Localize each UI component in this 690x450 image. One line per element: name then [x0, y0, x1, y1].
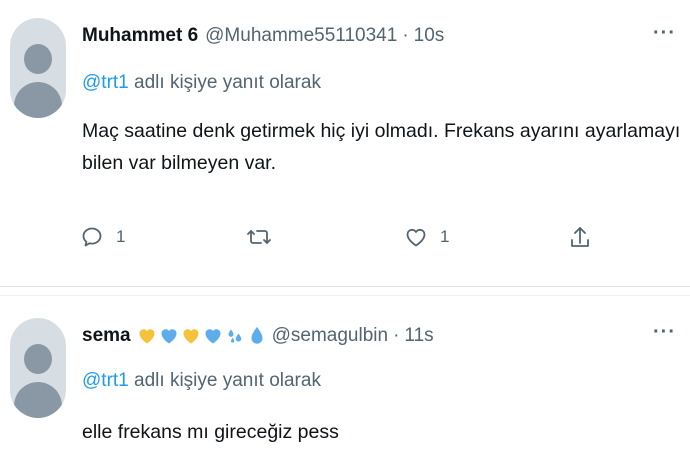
blue-heart-icon — [161, 329, 177, 344]
tweet-1[interactable]: Muhammet 6 @Muhamme55110341 · 10s ··· @t… — [0, 0, 690, 286]
reply-to-handle[interactable]: @trt1 — [82, 370, 129, 391]
reply-context-text: adlı kişiye yanıt olarak — [128, 370, 321, 391]
share-icon — [571, 227, 589, 247]
reply-button[interactable]: 1 — [80, 225, 125, 249]
avatar[interactable] — [10, 318, 66, 418]
more-options-icon[interactable]: ··· — [653, 22, 676, 45]
separator-dot: · — [393, 325, 400, 346]
heart-icon — [406, 228, 426, 247]
tweet-2[interactable]: sema @semagulbin · 11s ··· @trt1 adlı ki… — [0, 296, 690, 450]
display-name[interactable]: Muhammet 6 — [82, 25, 198, 47]
reply-context-text: adlı kişiye yanıt olarak — [128, 72, 321, 93]
avatar-body-shape — [14, 382, 62, 418]
blue-heart-icon — [205, 329, 221, 344]
reply-to-handle[interactable]: @trt1 — [82, 72, 129, 93]
display-name[interactable]: sema — [82, 325, 131, 347]
avatar[interactable] — [10, 18, 66, 118]
yellow-heart-icon — [139, 329, 155, 344]
share-button[interactable] — [568, 225, 592, 251]
droplet-icon — [251, 326, 263, 344]
yellow-heart-icon — [183, 329, 199, 344]
like-button[interactable]: 1 — [404, 225, 449, 249]
tweet-text: elle frekans mı gireceğiz pess — [82, 421, 339, 443]
avatar-head-shape — [24, 44, 52, 74]
reply-count: 1 — [116, 227, 126, 246]
avatar-body-shape — [14, 82, 62, 118]
tweet-divider — [0, 286, 690, 296]
user-handle[interactable]: @Muhamme55110341 — [205, 25, 397, 47]
reply-context: @trt1 adlı kişiye yanıt olarak — [82, 72, 321, 94]
like-count: 1 — [440, 227, 450, 246]
tweet-actions: 1 1 — [70, 225, 680, 255]
timestamp[interactable]: 10s — [414, 25, 445, 47]
retweet-button[interactable] — [246, 225, 272, 249]
tweet-text: Maç saatine denk getirmek hiç iyi olmadı… — [82, 120, 681, 174]
reply-context: @trt1 adlı kişiye yanıt olarak — [82, 370, 321, 392]
reply-icon — [82, 227, 102, 247]
avatar-head-shape — [24, 344, 52, 374]
separator-dot: · — [402, 25, 409, 46]
tweet-header: sema @semagulbin · 11s — [82, 325, 434, 347]
more-options-icon[interactable]: ··· — [653, 321, 676, 344]
name-emojis — [137, 325, 265, 347]
retweet-icon — [247, 230, 271, 244]
sweat-droplets-icon — [228, 329, 241, 343]
timestamp[interactable]: 11s — [404, 325, 433, 347]
tweet-header: Muhammet 6 @Muhamme55110341 · 10s — [82, 25, 444, 47]
user-handle[interactable]: @semagulbin — [272, 325, 388, 347]
